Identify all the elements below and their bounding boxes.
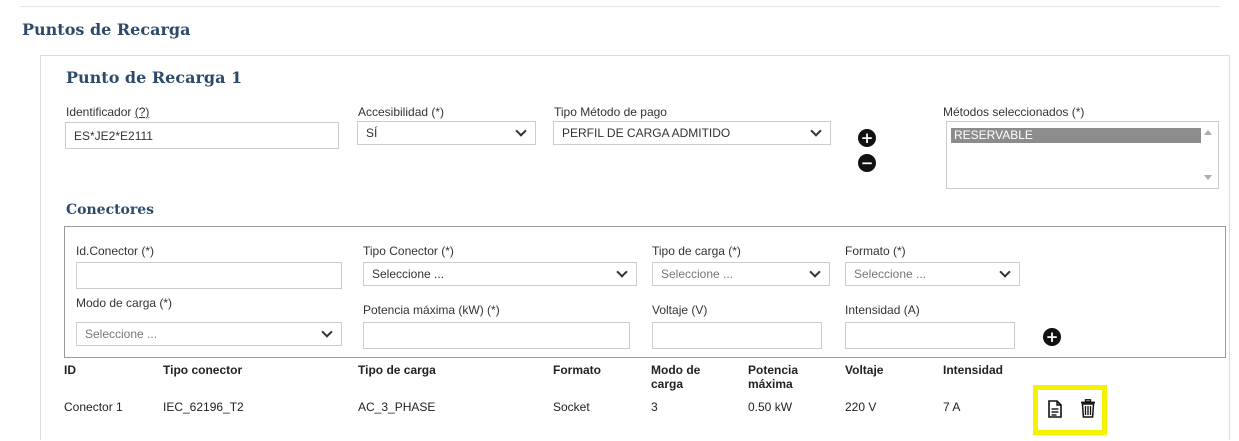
add-payment-method-button[interactable]: + <box>858 129 876 147</box>
accesibilidad-value: SÍ <box>366 126 378 140</box>
metodos-label: Métodos seleccionados (*) <box>943 105 1085 119</box>
document-icon[interactable] <box>1046 399 1064 419</box>
table-header-potencia: Potencia máxima <box>748 363 799 391</box>
tipo-conector-select[interactable]: Seleccione ... <box>363 262 637 286</box>
formato-select[interactable]: Seleccione ... <box>845 262 1020 286</box>
modo-carga-value: Seleccione ... <box>85 327 158 341</box>
table-header-intensidad: Intensidad <box>943 363 1004 377</box>
tipo-carga-label: Tipo de carga (*) <box>652 244 741 258</box>
tipo-conector-value: Seleccione ... <box>372 267 445 281</box>
potencia-label: Potencia máxima (kW) (*) <box>363 303 500 317</box>
chevron-down-icon <box>999 266 1011 278</box>
intensidad-label: Intensidad (A) <box>845 303 920 317</box>
table-header-tipo-carga: Tipo de carga <box>358 363 436 377</box>
table-header-modo-carga: Modo de carga <box>651 363 701 391</box>
tipo-conector-label: Tipo Conector (*) <box>363 244 454 258</box>
id-conector-input[interactable] <box>76 262 342 289</box>
punto-recarga-title: Punto de Recarga 1 <box>66 68 243 87</box>
cell-potencia: 0.50 kW <box>748 400 793 414</box>
voltaje-input[interactable] <box>652 322 822 349</box>
trash-icon[interactable] <box>1078 398 1098 419</box>
voltaje-label: Voltaje (V) <box>652 303 708 317</box>
id-conector-label: Id.Conector (*) <box>76 244 155 258</box>
table-header-voltaje: Voltaje <box>845 363 884 377</box>
cell-id: Conector 1 <box>64 400 123 414</box>
formato-value: Seleccione ... <box>854 267 927 281</box>
chevron-down-icon <box>810 125 822 137</box>
metodos-listbox[interactable]: RESERVABLE <box>946 121 1219 189</box>
accesibilidad-label: Accesibilidad (*) <box>358 105 445 119</box>
identificador-help-link[interactable]: (?) <box>135 105 150 119</box>
tipo-pago-select[interactable]: PERFIL DE CARGA ADMITIDO <box>553 121 831 145</box>
cell-tipo-conector: IEC_62196_T2 <box>163 400 244 414</box>
tipo-pago-label: Tipo Método de pago <box>554 105 667 119</box>
table-header-tipo-conector: Tipo conector <box>163 363 243 377</box>
cell-intensidad: 7 A <box>943 400 961 414</box>
tipo-pago-value: PERFIL DE CARGA ADMITIDO <box>562 126 731 140</box>
chevron-down-icon <box>616 266 628 278</box>
table-header-id: ID <box>64 363 76 377</box>
chevron-down-icon <box>515 125 527 137</box>
tipo-carga-value: Seleccione ... <box>661 267 734 281</box>
modo-carga-label: Modo de carga (*) <box>76 296 173 310</box>
remove-payment-method-button[interactable]: − <box>858 154 876 172</box>
identificador-input[interactable]: ES*JE2*E2111 <box>65 122 339 149</box>
chevron-down-icon <box>321 326 333 338</box>
page-title: Puntos de Recarga <box>22 20 191 39</box>
cell-formato: Socket <box>553 400 590 414</box>
scroll-up-icon[interactable] <box>1204 130 1212 135</box>
potencia-input[interactable] <box>363 322 630 349</box>
chevron-down-icon <box>809 266 821 278</box>
add-connector-button[interactable]: + <box>1043 328 1061 346</box>
tipo-carga-select[interactable]: Seleccione ... <box>652 262 830 286</box>
identificador-label: Identificador (?) <box>66 105 149 119</box>
formato-label: Formato (*) <box>845 244 906 258</box>
modo-carga-select[interactable]: Seleccione ... <box>76 322 342 346</box>
top-divider <box>20 6 1220 7</box>
identificador-label-text: Identificador <box>66 105 132 119</box>
intensidad-input[interactable] <box>845 322 1015 349</box>
conectores-title: Conectores <box>66 202 155 218</box>
cell-voltaje: 220 V <box>845 400 877 414</box>
accesibilidad-select[interactable]: SÍ <box>357 121 536 145</box>
scroll-down-icon[interactable] <box>1204 175 1212 180</box>
cell-modo-carga: 3 <box>651 400 658 414</box>
table-header-formato: Formato <box>553 363 601 377</box>
metodo-option[interactable]: RESERVABLE <box>951 128 1201 143</box>
cell-tipo-carga: AC_3_PHASE <box>358 400 436 414</box>
